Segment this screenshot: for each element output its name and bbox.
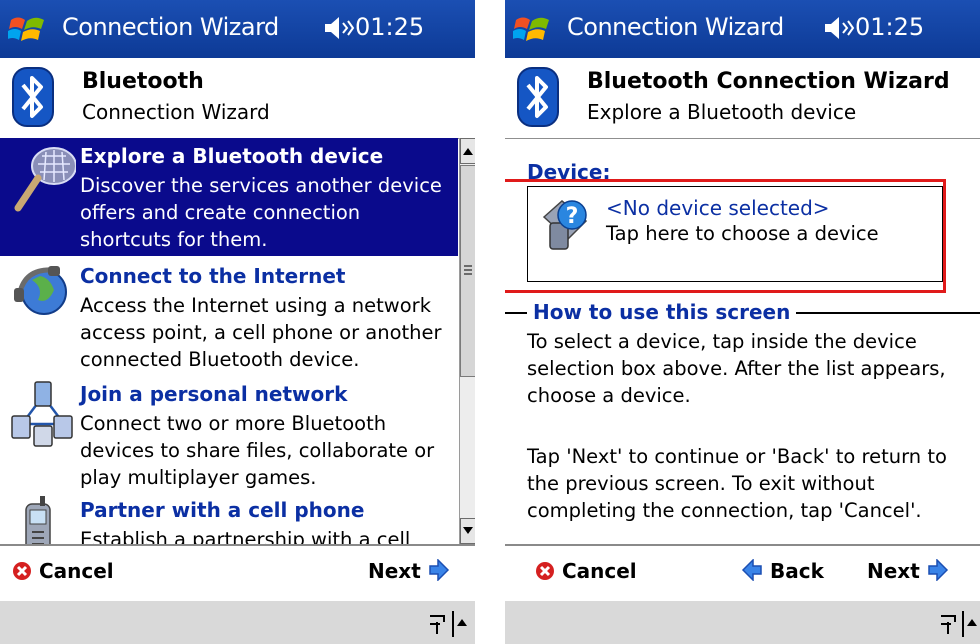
keyboard-icon[interactable] [428, 612, 446, 636]
speaker-icon[interactable] [823, 14, 855, 42]
cell-phone-icon [25, 496, 51, 544]
cancel-button[interactable]: Cancel [11, 559, 114, 583]
list-item-join-network[interactable]: Join a personal network Connect two or m… [0, 376, 458, 489]
item-title: Join a personal network [80, 382, 348, 406]
wizard-header: Bluetooth Connection Wizard Explore a Bl… [505, 58, 980, 139]
bluetooth-icon [12, 67, 54, 127]
section-title: How to use this screen [527, 300, 797, 324]
back-button[interactable]: Back [741, 559, 824, 583]
cancel-icon [11, 560, 33, 582]
window-title: Connection Wizard [567, 13, 784, 41]
scroll-thumb[interactable] [460, 165, 475, 377]
highlight-box [505, 179, 946, 293]
triangle-up-icon [457, 619, 467, 626]
wizard-options-list: Explore a Bluetooth device Discover the … [0, 138, 458, 544]
triangle-up-icon [967, 619, 977, 626]
right-screen: Connection Wizard 01:25 Bluetooth Connec… [505, 0, 980, 644]
back-arrow-icon [742, 559, 762, 581]
header-title: Bluetooth Connection Wizard [587, 69, 950, 94]
item-description: Establish a partnership with a cell [80, 528, 411, 544]
next-arrow-icon [927, 559, 948, 581]
header-subtitle: Explore a Bluetooth device [587, 100, 857, 124]
next-button[interactable]: Next [867, 559, 949, 583]
left-screen: Connection Wizard 01:25 Bluetooth Connec… [0, 0, 475, 644]
cancel-icon [534, 560, 556, 582]
item-title: Explore a Bluetooth device [80, 144, 384, 168]
command-bar: Cancel Next [0, 544, 475, 600]
list-item-connect-internet[interactable]: Connect to the Internet Access the Inter… [0, 258, 458, 371]
input-menu-button[interactable] [962, 611, 980, 637]
scroll-down-button[interactable] [460, 518, 475, 544]
input-panel-bar [505, 600, 980, 644]
triangle-up-icon [463, 148, 473, 155]
list-item-explore-device[interactable]: Explore a Bluetooth device Discover the … [0, 138, 458, 256]
help-paragraph: Tap 'Next' to continue or 'Back' to retu… [527, 445, 947, 522]
bluetooth-icon [517, 67, 559, 127]
next-button[interactable]: Next [368, 559, 450, 583]
input-menu-button[interactable] [452, 611, 472, 637]
item-description: Discover the services another device off… [80, 174, 442, 251]
help-paragraph: To select a device, tap inside the devic… [527, 330, 946, 407]
clock[interactable]: 01:25 [355, 13, 424, 41]
input-panel-bar [0, 600, 475, 644]
grip-icon [464, 265, 472, 275]
header-subtitle: Connection Wizard [82, 100, 270, 124]
globe-phone-icon [14, 266, 67, 315]
header-title: Bluetooth [82, 69, 204, 94]
triangle-down-icon [463, 527, 473, 534]
cancel-button[interactable]: Cancel [534, 559, 637, 583]
title-bar: Connection Wizard 01:25 [505, 0, 980, 58]
item-title: Partner with a cell phone [80, 498, 365, 522]
scroll-up-button[interactable] [460, 138, 475, 164]
windows-start-icon[interactable] [513, 12, 553, 46]
list-item-partner-phone[interactable]: Partner with a cell phone Establish a pa… [0, 492, 458, 544]
clock[interactable]: 01:25 [855, 13, 924, 41]
window-title: Connection Wizard [62, 13, 279, 41]
magnifier-icon [14, 147, 76, 212]
network-devices-icon [11, 381, 73, 447]
wizard-header: Bluetooth Connection Wizard [0, 58, 475, 139]
next-arrow-icon [428, 559, 449, 581]
item-description: Connect two or more Bluetooth devices to… [80, 412, 435, 489]
title-bar: Connection Wizard 01:25 [0, 0, 475, 58]
command-bar: Cancel Back Next [505, 544, 980, 600]
keyboard-icon[interactable] [939, 612, 957, 636]
speaker-icon[interactable] [323, 14, 355, 42]
item-title: Connect to the Internet [80, 264, 346, 288]
windows-start-icon[interactable] [8, 12, 48, 46]
vertical-scrollbar[interactable] [459, 138, 475, 544]
item-description: Access the Internet using a network acce… [80, 294, 442, 371]
